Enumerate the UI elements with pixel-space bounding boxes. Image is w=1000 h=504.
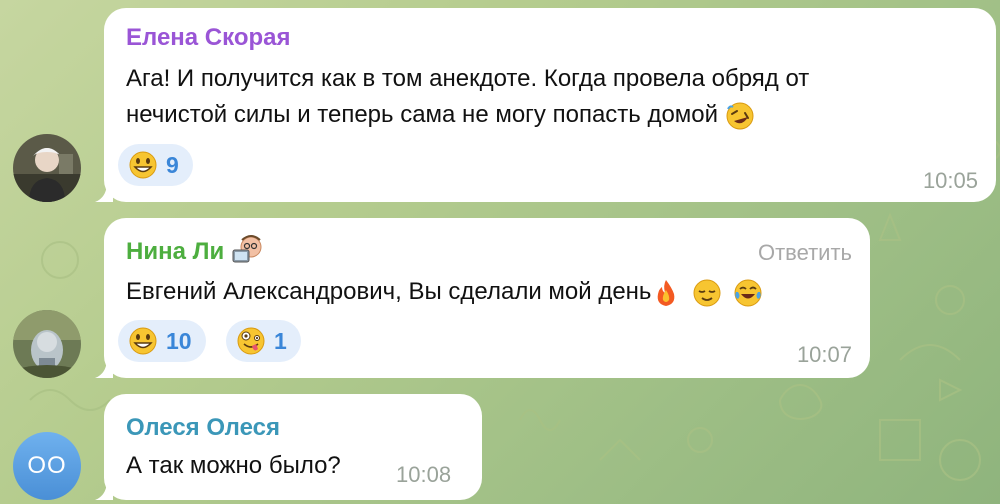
- message-text-line-1: Ага! И получится как в том анекдоте. Ког…: [126, 65, 810, 92]
- sender-name-text: Нина Ли: [126, 238, 225, 265]
- message-bubble-elena: Елена Скорая Ага! И получится как в том …: [104, 8, 996, 202]
- grinning-face-icon: [129, 151, 157, 179]
- sender-name[interactable]: Олеся Олеся: [126, 414, 280, 442]
- relieved-face-icon: [693, 279, 721, 307]
- reaction-grinning[interactable]: 10: [118, 320, 206, 362]
- reaction-count: 10: [166, 327, 192, 354]
- message-bubble-olesya: Олеся Олеся А так можно было? 10:08: [104, 394, 482, 500]
- message-text-line-2: нечистой силы и теперь сама не могу попа…: [126, 97, 755, 133]
- message-time: 10:08: [396, 462, 452, 487]
- reply-button[interactable]: Ответить: [758, 240, 852, 266]
- reaction-zany[interactable]: 1: [226, 320, 301, 362]
- message-bubble-nina: Нина Ли Ответить Евгений Александрович, …: [104, 218, 870, 378]
- avatar-olesya[interactable]: OO: [13, 432, 81, 500]
- message-time: 10:07: [796, 342, 852, 367]
- person-at-computer-icon: [232, 234, 262, 263]
- tears-of-joy-icon: [734, 279, 762, 307]
- message-text: Евгений Александрович, Вы сделали мой де…: [126, 278, 652, 305]
- rolling-on-floor-laughing-icon: [726, 102, 754, 130]
- fire-icon: [658, 279, 675, 306]
- message-text: А так можно было?: [126, 452, 341, 479]
- avatar-nina[interactable]: [13, 310, 81, 378]
- reaction-grinning[interactable]: 9: [118, 144, 193, 186]
- avatar-elena[interactable]: [13, 134, 81, 202]
- avatar-initials: OO: [27, 452, 67, 479]
- sender-name[interactable]: Елена Скорая: [126, 24, 291, 52]
- sender-name[interactable]: Нина Ли: [126, 234, 263, 266]
- message-text-line: Евгений Александрович, Вы сделали мой де…: [126, 274, 763, 310]
- message-time: 10:05: [922, 168, 978, 193]
- reaction-count: 1: [274, 327, 287, 354]
- grinning-face-icon: [129, 327, 157, 355]
- reaction-count: 9: [166, 151, 179, 178]
- message-text: нечистой силы и теперь сама не могу попа…: [126, 101, 719, 128]
- zany-face-icon: [237, 327, 265, 355]
